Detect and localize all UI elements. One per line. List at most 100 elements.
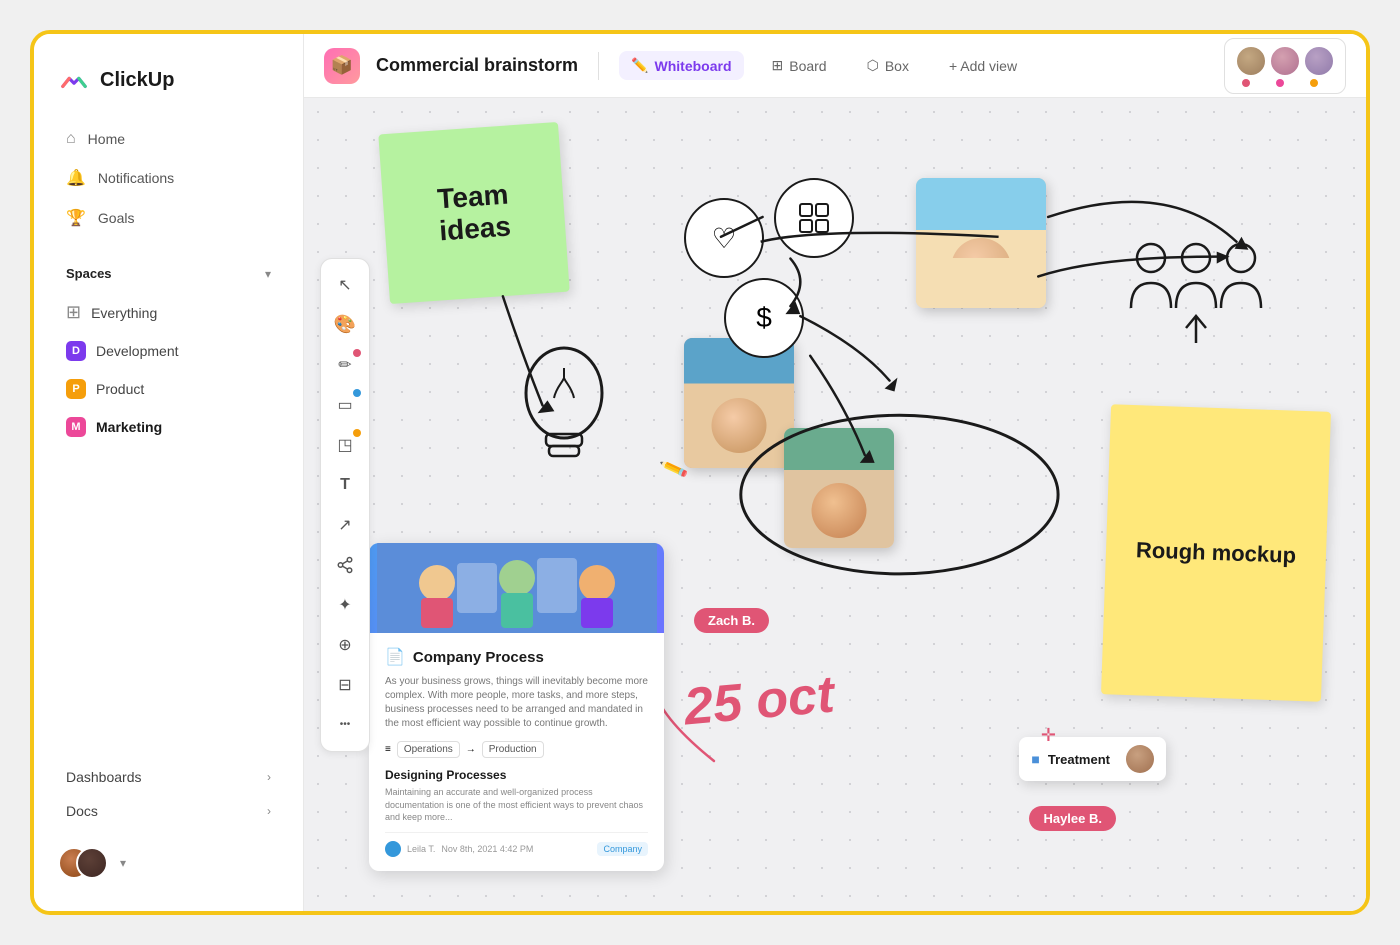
treatment-label: Treatment (1048, 752, 1110, 767)
lightbulb-illustration (504, 328, 624, 493)
tab-whiteboard[interactable]: ✏️ Whiteboard (619, 51, 743, 80)
tab-box-label: Box (885, 58, 909, 74)
doc-tags-row: ≡ Operations → Production (385, 741, 648, 758)
sticky-green-text: Team ideas (398, 176, 550, 250)
doc-card-header (369, 543, 664, 633)
user-dropdown-arrow: ▾ (120, 856, 126, 870)
tool-share[interactable] (327, 547, 363, 583)
doc-title: Company Process (413, 649, 544, 666)
nav-home[interactable]: ⌂ Home (42, 121, 295, 157)
collab-avatar-1 (1235, 45, 1267, 77)
doc-author: Leila T. (407, 844, 435, 854)
chevron-down-icon: ▾ (265, 267, 271, 281)
docs-section[interactable]: Docs › (42, 795, 295, 827)
logo-text: ClickUp (100, 69, 174, 92)
nav-goals[interactable]: 🏆 Goals (42, 199, 295, 237)
canvas-toolbar: ↖ 🎨 ✏ ▭ ◳ T ↗ (320, 258, 370, 752)
tool-arrow[interactable]: ↗ (327, 507, 363, 543)
tool-note[interactable]: ◳ (327, 427, 363, 463)
nav-home-label: Home (88, 131, 125, 147)
doc-footer: Leila T. Nov 8th, 2021 4:42 PM Company (385, 832, 648, 857)
doc-card-body: 📄 Company Process As your business grows… (369, 633, 664, 871)
sticky-yellow-text: Rough mockup (1136, 537, 1297, 569)
whiteboard-tab-icon: ✏️ (631, 57, 648, 74)
sidebar-item-development[interactable]: D Development (42, 333, 295, 369)
everything-icon: ⊞ (66, 302, 81, 323)
dashboards-section[interactable]: Dashboards › (42, 761, 295, 793)
tab-box[interactable]: ⬡ Box (855, 51, 921, 80)
doc-date: Nov 8th, 2021 4:42 PM (441, 844, 533, 854)
people-icons (1126, 228, 1266, 353)
sticky-note-rough-mockup[interactable]: Rough mockup (1101, 404, 1331, 702)
tab-board[interactable]: ⊞ Board (760, 51, 839, 80)
collab-avatar-2 (1269, 45, 1301, 77)
treatment-icon: ■ (1031, 751, 1039, 767)
user-area[interactable]: ▾ (34, 835, 303, 891)
spaces-header[interactable]: Spaces ▾ (42, 258, 295, 289)
project-icon: 📦 (324, 48, 360, 84)
bubble-dollar: $ (724, 278, 804, 358)
product-badge: P (66, 379, 86, 399)
doc-description: As your business grows, things will inev… (385, 675, 648, 731)
logo-area[interactable]: ClickUp (34, 54, 303, 120)
doc-tag-from-label: Operations (404, 744, 453, 755)
doc-tag-to: Production (482, 741, 544, 758)
name-tag-haylee: Haylee B. (1029, 806, 1116, 831)
clickup-logo-icon (58, 64, 90, 96)
move-cursor-icon: ✛ (1041, 725, 1056, 746)
sidebar-item-product-label: Product (96, 381, 144, 397)
tool-cursor[interactable]: ↖ (327, 267, 363, 303)
sidebar-item-marketing-label: Marketing (96, 419, 162, 435)
collab-avatar-3 (1303, 45, 1335, 77)
pen-dot (353, 349, 361, 357)
collab-dot-1 (1242, 79, 1250, 87)
nav-notifications-label: Notifications (98, 170, 174, 186)
sidebar-item-everything-label: Everything (91, 305, 157, 321)
development-badge: D (66, 341, 86, 361)
box-tab-icon: ⬡ (867, 57, 879, 74)
main-content: 📦 Commercial brainstorm ✏️ Whiteboard ⊞ … (304, 34, 1366, 911)
tool-rectangle[interactable]: ▭ (327, 387, 363, 423)
doc-section-title: Designing Processes (385, 768, 648, 782)
tool-globe[interactable]: ⊕ (327, 627, 363, 663)
tool-image[interactable]: ⊟ (327, 667, 363, 703)
avatar-2 (76, 847, 108, 879)
doc-section-desc: Maintaining an accurate and well-organiz… (385, 786, 648, 824)
chevron-right-icon: › (267, 770, 271, 784)
person-photo-3 (784, 428, 894, 548)
doc-author-avatar (385, 841, 401, 857)
spaces-label: Spaces (66, 266, 112, 281)
treatment-avatar (1126, 745, 1154, 773)
tool-palette[interactable]: 🎨 (327, 307, 363, 343)
docs-label: Docs (66, 803, 98, 819)
tool-sparkle[interactable]: ✦ (327, 587, 363, 623)
canvas-area[interactable]: ↖ 🎨 ✏ ▭ ◳ T ↗ (304, 98, 1366, 911)
add-view-label: + Add view (949, 58, 1017, 74)
chevron-right-icon-docs: › (267, 804, 271, 818)
add-view-button[interactable]: + Add view (937, 52, 1029, 80)
date-annotation: 25 oct (682, 665, 837, 738)
sidebar-item-product[interactable]: P Product (42, 371, 295, 407)
home-icon: ⌂ (66, 130, 76, 148)
collab-dot-2 (1276, 79, 1284, 87)
collaborator-avatars (1224, 38, 1346, 94)
sidebar-item-everything[interactable]: ⊞ Everything (42, 294, 295, 331)
tab-board-label: Board (789, 58, 826, 74)
dashboards-label: Dashboards (66, 769, 142, 785)
sticky-note-team-ideas[interactable]: Team ideas (378, 122, 569, 304)
nav-notifications[interactable]: 🔔 Notifications (42, 159, 295, 197)
topbar-divider (598, 52, 599, 80)
marketing-badge: M (66, 417, 86, 437)
app-container: ClickUp ⌂ Home 🔔 Notifications 🏆 Goals S… (30, 30, 1370, 915)
doc-title-row: 📄 Company Process (385, 647, 648, 667)
person-photo-1 (916, 178, 1046, 308)
tool-more[interactable]: ••• (327, 707, 363, 743)
project-title: Commercial brainstorm (376, 55, 578, 76)
doc-card[interactable]: 📄 Company Process As your business grows… (369, 543, 664, 871)
doc-badge: Company (597, 842, 648, 856)
trophy-icon: 🏆 (66, 208, 86, 228)
sidebar-item-marketing[interactable]: M Marketing (42, 409, 295, 445)
tool-text[interactable]: T (327, 467, 363, 503)
tool-pen[interactable]: ✏ (327, 347, 363, 383)
bubble-heart: ♡ (684, 198, 764, 278)
